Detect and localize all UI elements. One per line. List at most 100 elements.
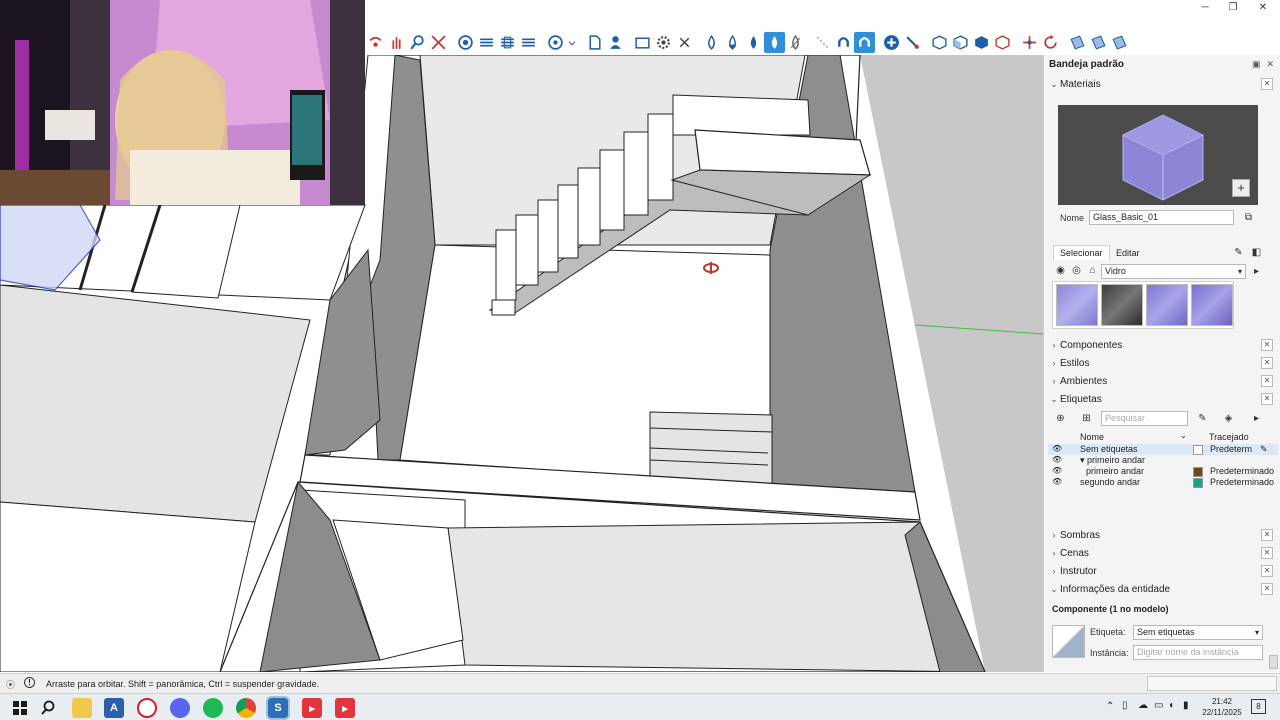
paint-tag-icon[interactable]: ✎ — [1196, 412, 1209, 425]
tab-select[interactable]: Selecionar — [1053, 245, 1110, 260]
magnet-active-icon[interactable] — [854, 32, 875, 53]
glass-blue-swatch[interactable] — [1056, 284, 1098, 326]
tag-col-dash[interactable]: Tracejado — [1209, 432, 1249, 442]
orbit-icon[interactable] — [365, 32, 386, 53]
windows-start-icon[interactable] — [10, 698, 30, 718]
drop-half-icon[interactable] — [722, 32, 743, 53]
tag-row[interactable]: 👁 Sem etiquetas Predeterm ✎ — [1048, 444, 1278, 455]
grid-2-icon[interactable] — [1088, 32, 1109, 53]
axes-icon[interactable] — [1019, 32, 1040, 53]
style-xray-icon[interactable] — [455, 32, 476, 53]
zoom-extents-icon[interactable] — [428, 32, 449, 53]
cloud-icon[interactable]: ☁ — [1138, 700, 1148, 711]
network-icon[interactable]: ▭ — [1154, 700, 1163, 711]
components-icon[interactable] — [566, 32, 578, 53]
tag-color-swatch[interactable] — [1193, 467, 1203, 477]
tag-color-swatch[interactable] — [1193, 478, 1203, 488]
style-textured-icon[interactable] — [545, 32, 566, 53]
edit-pencil-icon[interactable]: ✎ — [1260, 444, 1268, 455]
app-red-2-icon[interactable]: ▸ — [335, 698, 355, 718]
tray-app-icon[interactable]: ▯ — [1122, 700, 1128, 711]
instance-name-input[interactable]: Digitar nome da instância — [1133, 645, 1263, 660]
panel-close-icon[interactable]: ✕ — [1261, 565, 1273, 577]
tag-row[interactable]: 👁 segundo andar Predeterminado — [1048, 477, 1278, 488]
info-icon[interactable]: ! — [24, 677, 35, 688]
entity-tag-select[interactable]: Sem etiquetas ▾ — [1133, 625, 1263, 640]
style-wireframe-icon[interactable] — [476, 32, 497, 53]
measurements-box[interactable] — [1147, 676, 1277, 691]
search-icon[interactable] — [38, 698, 58, 718]
pan-icon[interactable] — [386, 32, 407, 53]
discord-icon[interactable] — [170, 698, 190, 718]
file-explorer-icon[interactable] — [72, 698, 92, 718]
tag-color-icon[interactable]: ◈ — [1222, 412, 1235, 425]
panel-cenas-header[interactable]: › Cenas — [1048, 545, 1272, 561]
tag-details-icon[interactable]: ▸ — [1250, 412, 1263, 425]
cube-red-icon[interactable] — [992, 32, 1013, 53]
rectangle-icon[interactable] — [632, 32, 653, 53]
tag-dash[interactable]: Predeterm — [1210, 444, 1252, 454]
panel-close-icon[interactable]: ✕ — [1261, 78, 1273, 90]
cube-outline-icon[interactable] — [929, 32, 950, 53]
magnet-icon[interactable] — [833, 32, 854, 53]
style-hidden-line-icon[interactable] — [497, 32, 518, 53]
details-icon[interactable]: ▸ — [1250, 265, 1263, 278]
battery-icon[interactable]: ▮ — [1183, 700, 1189, 711]
panel-close-icon[interactable]: ✕ — [1261, 583, 1273, 595]
tray-scrollbar[interactable] — [1269, 655, 1278, 669]
maximize-icon[interactable]: ❐ — [1218, 0, 1248, 14]
drop-fill-icon[interactable] — [743, 32, 764, 53]
panel-componentes-header[interactable]: › Componentes — [1048, 337, 1272, 353]
library-select[interactable]: Vidro ▾ — [1101, 264, 1246, 279]
grid-icon[interactable] — [1067, 32, 1088, 53]
tag-row[interactable]: 👁 ▾ primeiro andar — [1048, 455, 1278, 466]
opera-icon[interactable] — [137, 698, 157, 718]
user-icon[interactable] — [605, 32, 626, 53]
eye-icon[interactable]: 👁 — [1052, 455, 1062, 464]
panel-close-icon[interactable]: ✕ — [1261, 547, 1273, 559]
cube-left-icon[interactable] — [950, 32, 971, 53]
app-a-icon[interactable]: A — [104, 698, 124, 718]
drop-active-icon[interactable] — [764, 32, 785, 53]
sketchup-icon[interactable]: S — [266, 696, 290, 720]
panel-close-icon[interactable]: ✕ — [1261, 375, 1273, 387]
glass-dark-swatch[interactable] — [1101, 284, 1143, 326]
tag-dash[interactable]: Predeterminado — [1210, 477, 1274, 487]
eye-icon[interactable]: 👁 — [1052, 444, 1062, 453]
page-icon[interactable] — [584, 32, 605, 53]
chevron-up-icon[interactable]: ⌃ — [1106, 701, 1114, 712]
eyedropper-icon[interactable]: ✎ — [1232, 246, 1245, 259]
glass-blue-3-swatch[interactable] — [1191, 284, 1233, 326]
magnet-off-icon[interactable] — [812, 32, 833, 53]
panel-close-icon[interactable]: ✕ — [1261, 357, 1273, 369]
geo-icon[interactable]: ⦿ — [6, 678, 15, 691]
spotify-icon[interactable] — [203, 698, 223, 718]
panel-close-icon[interactable]: ✕ — [1261, 393, 1273, 405]
notification-badge[interactable]: 8 — [1251, 699, 1266, 714]
sample-paint-icon[interactable]: ⧉ — [1242, 211, 1255, 224]
app-red-icon[interactable]: ▸ — [302, 698, 322, 718]
forward-icon[interactable]: ◎ — [1070, 264, 1083, 277]
panel-etiquetas-header[interactable]: ⌄ Etiquetas — [1048, 391, 1272, 407]
eye-icon[interactable]: 👁 — [1052, 477, 1062, 486]
add-folder-icon[interactable]: ⊞ — [1080, 412, 1093, 425]
close-icon[interactable]: ✕ — [1248, 0, 1278, 14]
panel-instrutor-header[interactable]: › Instrutor — [1048, 563, 1272, 579]
tag-row[interactable]: 👁 primeiro andar Predeterminado — [1048, 466, 1278, 477]
material-name-input[interactable]: Glass_Basic_01 — [1089, 210, 1234, 225]
cube-front-icon[interactable] — [971, 32, 992, 53]
tab-edit[interactable]: Editar — [1110, 246, 1146, 260]
zoom-icon[interactable] — [407, 32, 428, 53]
chrome-icon[interactable] — [236, 698, 256, 718]
grid-3-icon[interactable] — [1109, 32, 1130, 53]
panel-close-icon[interactable]: ✕ — [1261, 339, 1273, 351]
panel-sombras-header[interactable]: › Sombras — [1048, 527, 1272, 543]
pin-icon[interactable]: ▣ — [1252, 59, 1261, 70]
library-options-icon[interactable]: ◧ — [1250, 246, 1263, 259]
back-icon[interactable]: ◉ — [1054, 264, 1067, 277]
delete-icon[interactable] — [674, 32, 695, 53]
style-shaded-icon[interactable] — [518, 32, 539, 53]
home-icon[interactable]: ⌂ — [1086, 264, 1099, 277]
drop-outline-icon[interactable] — [701, 32, 722, 53]
clock[interactable]: 21:42 22/11/2025 — [1198, 696, 1246, 718]
